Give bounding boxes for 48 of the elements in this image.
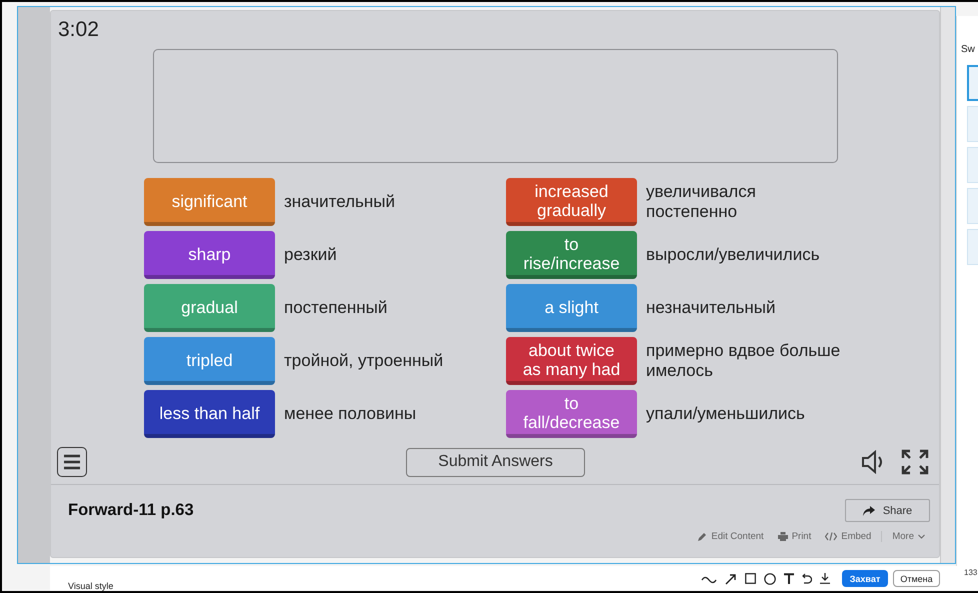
activity-title: Forward-11 p.63 — [68, 501, 194, 520]
section-label: Visual style — [68, 581, 114, 591]
translation-text: менее половины — [284, 404, 416, 424]
download-icon[interactable] — [820, 573, 830, 584]
share-button[interactable]: Share — [845, 499, 930, 522]
arrow-icon[interactable] — [725, 572, 737, 584]
translation-text: постепенный — [284, 298, 388, 318]
translation-text: тройной, утроенный — [284, 351, 444, 371]
word-tile[interactable]: about twice as many had — [506, 337, 637, 385]
circle-icon[interactable] — [764, 572, 776, 584]
word-tile[interactable]: increased gradually — [506, 178, 637, 226]
word-tile[interactable]: gradual — [144, 284, 275, 332]
more-link[interactable]: More — [881, 531, 929, 542]
cancel-button[interactable]: Отмена — [893, 570, 940, 587]
style-thumbnail[interactable] — [967, 65, 978, 101]
menu-button[interactable] — [57, 447, 87, 477]
text-tool-icon[interactable] — [784, 573, 794, 584]
printer-icon — [778, 532, 788, 541]
undo-icon[interactable] — [802, 573, 812, 584]
submit-button[interactable]: Submit Answers — [406, 448, 585, 476]
word-tile[interactable]: tripled — [144, 337, 275, 385]
word-tile[interactable]: significant — [144, 178, 275, 226]
panel-heading: Sw — [961, 44, 975, 55]
translation-text: выросли/увеличились — [646, 245, 820, 265]
translation-text: незначительный — [646, 298, 776, 318]
print-link[interactable]: Print — [774, 531, 816, 542]
edit-link[interactable]: Edit Content — [694, 531, 768, 542]
translation-text: значительный — [284, 192, 395, 212]
rectangle-icon[interactable] — [745, 573, 756, 584]
word-tile[interactable]: to fall/decrease — [506, 390, 637, 438]
pencil-icon — [698, 532, 708, 541]
menu-icon — [63, 454, 81, 470]
translation-text: упали/уменьшились — [646, 404, 805, 424]
share-arrow-icon — [862, 506, 875, 516]
translation-text: увеличивался постепенно — [646, 182, 757, 222]
word-tile[interactable]: a slight — [506, 284, 637, 332]
timer: 3:02 — [58, 18, 99, 43]
zoom-level: 133 — [964, 568, 978, 577]
word-tile[interactable]: sharp — [144, 231, 275, 279]
code-icon — [825, 532, 838, 541]
capture-button[interactable]: Захват — [842, 570, 888, 587]
embed-link[interactable]: Embed — [821, 531, 876, 542]
word-tile[interactable]: to rise/increase — [506, 231, 637, 279]
word-tile[interactable]: less than half — [144, 390, 275, 438]
translation-text: резкий — [284, 245, 337, 265]
translation-text: примерно вдвое больше имелось — [646, 341, 842, 381]
chevron-down-icon — [918, 534, 925, 539]
fullscreen-icon[interactable] — [901, 449, 929, 475]
